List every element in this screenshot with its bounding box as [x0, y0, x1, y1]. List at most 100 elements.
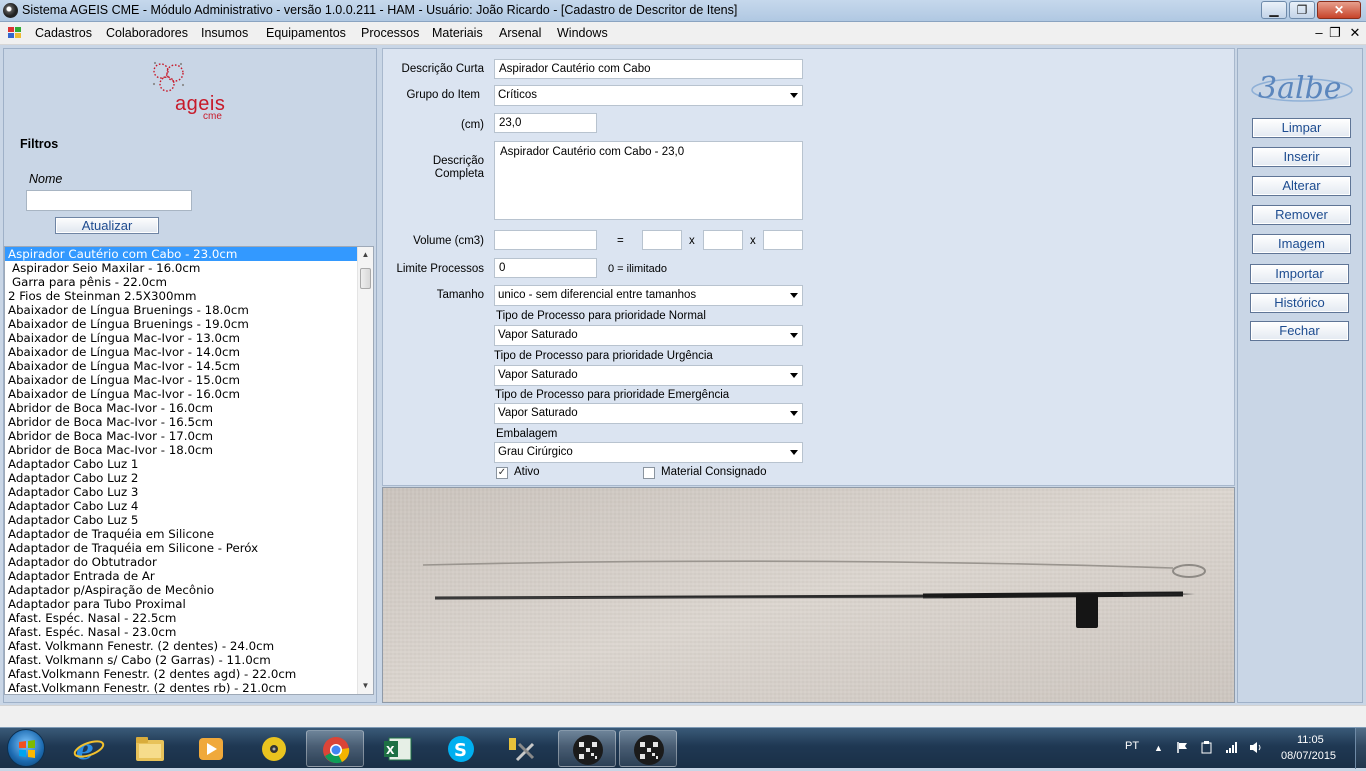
show-hidden-icons-icon[interactable]: ▲ [1154, 743, 1163, 753]
consigned-label: Material Consignado [661, 466, 767, 478]
list-item[interactable]: Afast. Volkmann Fenestr. (2 dentes) - 24… [5, 639, 358, 653]
mdi-minimize-button[interactable]: – [1312, 25, 1326, 40]
packaging-select[interactable]: Grau Cirúrgico [494, 442, 803, 463]
clear-button[interactable]: Limpar [1252, 118, 1351, 138]
list-item[interactable]: Adaptador Cabo Luz 1 [5, 457, 358, 471]
list-item[interactable]: Garra para pênis - 22.0cm [5, 275, 358, 289]
menu-colaboradores[interactable]: Colaboradores [106, 26, 188, 40]
emergency-process-select[interactable]: Vapor Saturado [494, 403, 803, 424]
network-signal-icon[interactable] [1225, 741, 1239, 754]
list-item[interactable]: Adaptador Cabo Luz 4 [5, 499, 358, 513]
clock-time[interactable]: 11:05 [1297, 734, 1324, 746]
list-item[interactable]: Adaptador de Traquéia em Silicone [5, 527, 358, 541]
menu-equipamentos[interactable]: Equipamentos [266, 26, 346, 40]
update-button[interactable]: Atualizar [55, 217, 159, 234]
active-checkbox[interactable]: ✓ [496, 467, 508, 479]
volume-input[interactable] [494, 230, 597, 250]
list-item[interactable]: Adaptador Cabo Luz 3 [5, 485, 358, 499]
list-item[interactable]: Abaixador de Língua Mac-Ivor - 14.0cm [5, 345, 358, 359]
qr-app-icon[interactable] [558, 730, 616, 767]
file-explorer-icon[interactable] [121, 730, 179, 767]
tools-icon[interactable] [495, 730, 553, 767]
menu-processos[interactable]: Processos [361, 26, 419, 40]
maximize-button[interactable]: ❐ [1289, 1, 1315, 19]
minimize-button[interactable]: ▁ [1261, 1, 1287, 19]
device-icon[interactable] [1200, 740, 1214, 755]
list-item[interactable]: Aspirador Seio Maxilar - 16.0cm [5, 261, 358, 275]
limit-input[interactable]: 0 [494, 258, 597, 278]
excel-icon[interactable]: X [369, 730, 427, 767]
cm-input[interactable]: 23,0 [494, 113, 597, 133]
list-item-selected[interactable]: Aspirador Cautério com Cabo - 23.0cm [5, 247, 358, 261]
mdi-restore-button[interactable]: ❐ [1328, 25, 1342, 41]
menu-arsenal[interactable]: Arsenal [499, 26, 541, 40]
list-item[interactable]: Abaixador de Língua Mac-Ivor - 16.0cm [5, 387, 358, 401]
scroll-down-arrow-icon[interactable]: ▼ [358, 679, 373, 693]
list-item[interactable]: Abridor de Boca Mac-Ivor - 16.5cm [5, 415, 358, 429]
media-player-icon[interactable] [182, 730, 240, 767]
scroll-up-arrow-icon[interactable]: ▲ [358, 248, 373, 262]
list-item[interactable]: Adaptador Cabo Luz 5 [5, 513, 358, 527]
consigned-checkbox[interactable] [643, 467, 655, 479]
menu-materiais[interactable]: Materiais [432, 26, 483, 40]
edit-button[interactable]: Alterar [1252, 176, 1351, 196]
menu-cadastros[interactable]: Cadastros [35, 26, 92, 40]
list-item[interactable]: Abaixador de Língua Mac-Ivor - 15.0cm [5, 373, 358, 387]
remove-button[interactable]: Remover [1252, 205, 1351, 225]
mdi-close-button[interactable]: ✕ [1348, 25, 1362, 41]
language-indicator[interactable]: PT [1125, 740, 1139, 752]
list-item[interactable]: Abridor de Boca Mac-Ivor - 18.0cm [5, 443, 358, 457]
list-item[interactable]: Afast. Volkmann s/ Cabo (2 Garras) - 11.… [5, 653, 358, 667]
menu-windows[interactable]: Windows [557, 26, 608, 40]
action-center-flag-icon[interactable] [1176, 741, 1188, 754]
list-item[interactable]: Afast.Volkmann Fenestr. (2 dentes rb) - … [5, 681, 358, 694]
window-title-bar[interactable]: Sistema AGEIS CME - Módulo Administrativ… [0, 0, 1366, 22]
list-item[interactable]: Abaixador de Língua Bruenings - 18.0cm [5, 303, 358, 317]
list-item[interactable]: Abaixador de Língua Mac-Ivor - 13.0cm [5, 331, 358, 345]
internet-explorer-icon[interactable]: e [60, 730, 118, 767]
scroll-thumb[interactable] [360, 268, 371, 289]
close-form-button[interactable]: Fechar [1250, 321, 1349, 341]
list-item[interactable]: Adaptador de Traquéia em Silicone - Peró… [5, 541, 358, 555]
skype-icon[interactable]: S [432, 730, 490, 767]
full-desc-textarea[interactable]: Aspirador Cautério com Cabo - 23,0 [494, 141, 803, 220]
image-button[interactable]: Imagem [1252, 234, 1351, 254]
size-select[interactable]: unico - sem diferencial entre tamanhos [494, 285, 803, 306]
insert-button[interactable]: Inserir [1252, 147, 1351, 167]
list-item[interactable]: Afast. Espéc. Nasal - 23.0cm [5, 625, 358, 639]
dimension-3-input[interactable] [763, 230, 803, 250]
show-desktop-button[interactable] [1355, 728, 1366, 769]
short-desc-input[interactable]: Aspirador Cautério com Cabo [494, 59, 803, 79]
disc-icon[interactable] [244, 730, 302, 767]
list-item[interactable]: Adaptador p/Aspiração de Mecônio [5, 583, 358, 597]
mdi-window-icon[interactable] [8, 27, 22, 39]
list-item[interactable]: Abaixador de Língua Mac-Ivor - 14.5cm [5, 359, 358, 373]
start-button[interactable] [7, 729, 45, 767]
list-item[interactable]: Adaptador Cabo Luz 2 [5, 471, 358, 485]
list-item[interactable]: Abridor de Boca Mac-Ivor - 17.0cm [5, 429, 358, 443]
qr-app-active-icon[interactable] [619, 730, 677, 767]
clock-date[interactable]: 08/07/2015 [1281, 750, 1336, 762]
list-item[interactable]: Adaptador do Obtutrador [5, 555, 358, 569]
dimension-2-input[interactable] [703, 230, 743, 250]
import-button[interactable]: Importar [1250, 264, 1349, 284]
dimension-1-input[interactable] [642, 230, 682, 250]
volume-icon[interactable] [1249, 741, 1263, 754]
chrome-icon[interactable] [306, 730, 364, 767]
normal-process-select[interactable]: Vapor Saturado [494, 325, 803, 346]
list-item[interactable]: Abaixador de Língua Bruenings - 19.0cm [5, 317, 358, 331]
list-item[interactable]: Afast.Volkmann Fenestr. (2 dentes agd) -… [5, 667, 358, 681]
menu-insumos[interactable]: Insumos [201, 26, 248, 40]
list-item[interactable]: Abridor de Boca Mac-Ivor - 16.0cm [5, 401, 358, 415]
list-item[interactable]: Afast. Espéc. Nasal - 22.5cm [5, 611, 358, 625]
list-scrollbar[interactable]: ▲ ▼ [357, 247, 373, 694]
name-filter-input[interactable] [26, 190, 192, 211]
list-item[interactable]: Adaptador para Tubo Proximal [5, 597, 358, 611]
history-button[interactable]: Histórico [1250, 293, 1349, 313]
close-button[interactable]: ✕ [1317, 1, 1361, 19]
group-select[interactable]: Críticos [494, 85, 803, 106]
list-item[interactable]: Adaptador Entrada de Ar [5, 569, 358, 583]
urgency-process-select[interactable]: Vapor Saturado [494, 365, 803, 386]
item-list[interactable]: Aspirador Cautério com Cabo - 23.0cm Aspi… [4, 246, 374, 695]
list-item[interactable]: 2 Fios de Steinman 2.5X300mm [5, 289, 358, 303]
